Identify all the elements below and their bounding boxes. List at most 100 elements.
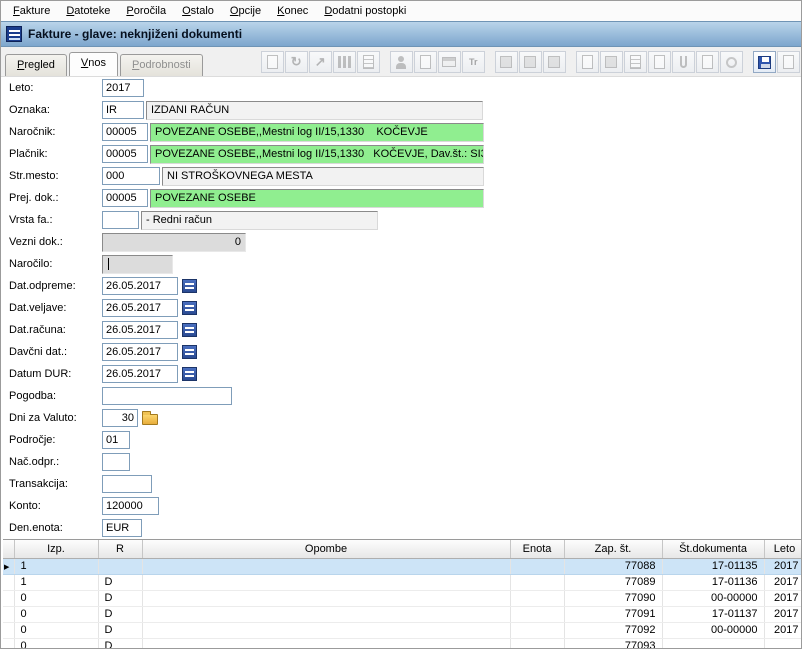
- cell-enota[interactable]: [510, 606, 565, 623]
- dat-odpreme-calendar-button[interactable]: [182, 279, 197, 293]
- col-header-st-dokumenta[interactable]: Št.dokumenta: [662, 540, 765, 559]
- cell-st-dokumenta[interactable]: 17-01137: [662, 606, 765, 623]
- cell-st-dokumenta[interactable]: [662, 638, 765, 648]
- menu-dodatni-postopki[interactable]: Dodatni postopki: [316, 2, 414, 20]
- cell-leto[interactable]: 2017: [764, 558, 801, 575]
- cell-leto[interactable]: 2017: [764, 622, 801, 639]
- davcni-dat-input[interactable]: [102, 343, 178, 361]
- chart-trend-icon-button[interactable]: [308, 51, 332, 73]
- cell-enota[interactable]: [510, 574, 565, 591]
- dat-odpreme-input[interactable]: [102, 277, 178, 295]
- save-icon-button[interactable]: [752, 51, 776, 73]
- cell-st-dokumenta[interactable]: 17-01135: [662, 558, 765, 575]
- tool-box-icon-1-button[interactable]: [494, 51, 518, 73]
- menu-ostalo[interactable]: Ostalo: [174, 2, 222, 20]
- package-icon-button[interactable]: [599, 51, 623, 73]
- oznaka-code-input[interactable]: [102, 101, 144, 119]
- narocnik-code-input[interactable]: [102, 123, 148, 141]
- cell-leto[interactable]: 2017: [764, 590, 801, 607]
- cell-st-dokumenta[interactable]: 00-00000: [662, 622, 765, 639]
- grid-row[interactable]: 0 D 77092 00-00000 2017: [3, 622, 801, 639]
- cell-izp[interactable]: 1: [14, 574, 99, 591]
- tab-podrobnosti[interactable]: Podrobnosti: [120, 54, 203, 76]
- menu-opcije[interactable]: Opcije: [222, 2, 269, 20]
- pogodba-input[interactable]: [102, 387, 232, 405]
- cell-izp[interactable]: 0: [14, 622, 99, 639]
- tool-box-icon-2-button[interactable]: [518, 51, 542, 73]
- menu-porocila[interactable]: Poročila: [118, 2, 174, 20]
- grid-row[interactable]: 1 D 77089 17-01136 2017: [3, 574, 801, 591]
- cell-r[interactable]: D: [98, 622, 143, 639]
- cell-leto[interactable]: [764, 638, 801, 648]
- col-header-zap-st[interactable]: Zap. št.: [564, 540, 663, 559]
- dat-racuna-input[interactable]: [102, 321, 178, 339]
- den-enota-input[interactable]: [102, 519, 142, 537]
- tab-pregled[interactable]: Pregled: [5, 54, 67, 76]
- grid-row[interactable]: 0 D 77091 17-01137 2017: [3, 606, 801, 623]
- cell-zap-st[interactable]: 77091: [564, 606, 663, 623]
- menu-datoteke[interactable]: Datoteke: [58, 2, 118, 20]
- cell-st-dokumenta[interactable]: 00-00000: [662, 590, 765, 607]
- cell-r[interactable]: D: [98, 574, 143, 591]
- cell-opombe[interactable]: [142, 590, 511, 607]
- transfer-icon-button[interactable]: Tr: [461, 51, 485, 73]
- datum-dur-input[interactable]: [102, 365, 178, 383]
- cell-izp[interactable]: 0: [14, 638, 99, 648]
- invoice-person-icon-button[interactable]: [389, 51, 413, 73]
- cell-zap-st[interactable]: 77089: [564, 574, 663, 591]
- col-header-opombe[interactable]: Opombe: [142, 540, 511, 559]
- dni-za-valuto-input[interactable]: [102, 409, 138, 427]
- col-header-izp[interactable]: Izp.: [14, 540, 99, 559]
- cell-izp[interactable]: 0: [14, 606, 99, 623]
- refresh-icon-button[interactable]: [284, 51, 308, 73]
- davcni-dat-calendar-button[interactable]: [182, 345, 197, 359]
- cell-zap-st[interactable]: 77093: [564, 638, 663, 648]
- cell-zap-st[interactable]: 77090: [564, 590, 663, 607]
- archive-icon-button[interactable]: [623, 51, 647, 73]
- tab-vnos[interactable]: Vnos: [68, 52, 119, 76]
- podrocje-input[interactable]: [102, 431, 130, 449]
- grid-row[interactable]: 1 77088 17-01135 2017: [3, 558, 801, 575]
- col-header-r[interactable]: R: [98, 540, 143, 559]
- payment-document-icon-button[interactable]: [413, 51, 437, 73]
- dni-za-valuto-lookup-button[interactable]: [142, 411, 158, 425]
- cell-opombe[interactable]: [142, 558, 511, 575]
- document-icon-button[interactable]: [647, 51, 671, 73]
- cell-enota[interactable]: [510, 558, 565, 575]
- new-document-icon-button[interactable]: [260, 51, 284, 73]
- konto-input[interactable]: [102, 497, 159, 515]
- card-icon-button[interactable]: [437, 51, 461, 73]
- report-icon-button[interactable]: [356, 51, 380, 73]
- cell-enota[interactable]: [510, 590, 565, 607]
- cell-r[interactable]: D: [98, 590, 143, 607]
- vrstafa-code-input[interactable]: [102, 211, 139, 229]
- col-header-enota[interactable]: Enota: [510, 540, 565, 559]
- cell-opombe[interactable]: [142, 638, 511, 648]
- transakcija-input[interactable]: [102, 475, 152, 493]
- placnik-code-input[interactable]: [102, 145, 148, 163]
- cell-zap-st[interactable]: 77092: [564, 622, 663, 639]
- forbidden-icon-button[interactable]: [719, 51, 743, 73]
- leto-input[interactable]: [102, 79, 144, 97]
- cell-r[interactable]: D: [98, 606, 143, 623]
- nac-odpr-input[interactable]: [102, 453, 130, 471]
- menu-konec[interactable]: Konec: [269, 2, 316, 20]
- col-header-leto[interactable]: Leto: [764, 540, 801, 559]
- chart-bars-icon-button[interactable]: [332, 51, 356, 73]
- dat-veljave-input[interactable]: [102, 299, 178, 317]
- stamp-icon-button[interactable]: [695, 51, 719, 73]
- copy-document-icon-button[interactable]: [575, 51, 599, 73]
- datum-dur-calendar-button[interactable]: [182, 367, 197, 381]
- tool-box-icon-3-button[interactable]: [542, 51, 566, 73]
- cell-zap-st[interactable]: 77088: [564, 558, 663, 575]
- cell-leto[interactable]: 2017: [764, 606, 801, 623]
- cell-opombe[interactable]: [142, 606, 511, 623]
- cell-st-dokumenta[interactable]: 17-01136: [662, 574, 765, 591]
- cell-r[interactable]: [98, 558, 143, 575]
- cell-izp[interactable]: 1: [14, 558, 99, 575]
- cell-izp[interactable]: 0: [14, 590, 99, 607]
- cell-r[interactable]: D: [98, 638, 143, 648]
- cell-enota[interactable]: [510, 622, 565, 639]
- attachment-icon-button[interactable]: [671, 51, 695, 73]
- prejdok-code-input[interactable]: [102, 189, 148, 207]
